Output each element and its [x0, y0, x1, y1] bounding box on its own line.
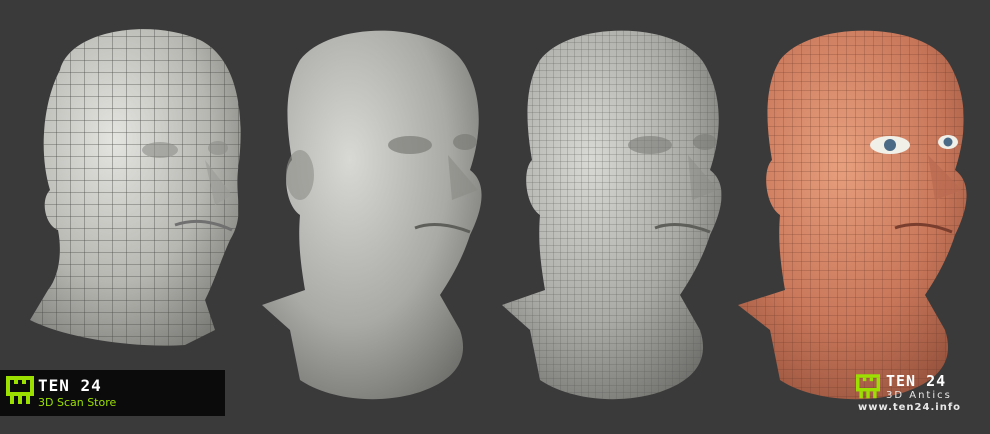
wire-sculpt-head — [502, 30, 722, 400]
brand-subtitle-right: 3D Antics — [886, 390, 952, 401]
wireframe-head — [30, 29, 241, 346]
scene — [30, 29, 967, 400]
brand-subtitle-left: 3D Scan Store — [38, 396, 117, 409]
sculpt-head — [262, 30, 482, 400]
textured-head — [738, 30, 967, 400]
brand-badge-right: TEN 24 3D Antics www.ten24.info — [850, 372, 990, 422]
ten24-logo-icon — [856, 374, 880, 399]
brand-url[interactable]: www.ten24.info — [858, 402, 961, 413]
brand-title-right: TEN 24 — [886, 372, 947, 390]
brand-badge-left: TEN 24 3D Scan Store — [0, 370, 225, 416]
brand-title-left: TEN 24 — [38, 376, 102, 395]
ten24-logo-icon — [6, 376, 34, 404]
